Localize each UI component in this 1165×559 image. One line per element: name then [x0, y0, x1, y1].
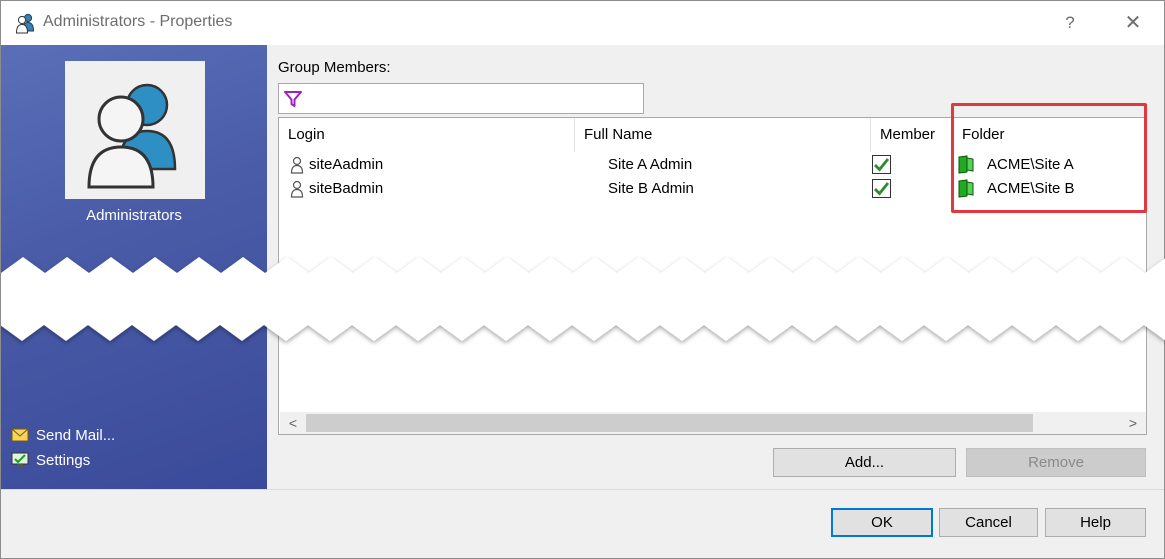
- properties-dialog: Administrators - Properties ? ✕ Administ…: [0, 0, 1165, 559]
- funnel-icon: [284, 91, 302, 107]
- user-icon: [290, 156, 304, 174]
- torn-edge-divider: [1, 257, 1165, 341]
- filter-input[interactable]: [307, 86, 637, 111]
- close-button[interactable]: ✕: [1118, 9, 1148, 37]
- checkmark-icon: [874, 182, 890, 196]
- footer-separator: [1, 489, 1164, 490]
- send-mail-label: Send Mail...: [36, 426, 116, 444]
- group-members-label: Group Members:: [278, 59, 391, 76]
- filter-field[interactable]: [278, 83, 644, 114]
- help-title-button[interactable]: ?: [1057, 9, 1083, 37]
- group-name-label: Administrators: [86, 207, 182, 224]
- folder-cell: ACME\Site B: [987, 180, 1075, 197]
- full-name-cell: Site B Admin: [608, 180, 694, 197]
- full-name-cell: Site A Admin: [608, 156, 693, 173]
- scroll-thumb[interactable]: [306, 414, 1033, 432]
- envelope-icon: [11, 428, 29, 442]
- send-mail-link[interactable]: Send Mail...: [11, 424, 115, 446]
- add-button[interactable]: Add...: [773, 448, 956, 477]
- member-checkbox[interactable]: [872, 179, 891, 198]
- horizontal-scrollbar[interactable]: < >: [280, 412, 1146, 434]
- scroll-right-arrow[interactable]: >: [1122, 412, 1144, 434]
- title-bar: Administrators - Properties ? ✕: [1, 1, 1164, 45]
- cancel-button[interactable]: Cancel: [939, 508, 1038, 537]
- help-button[interactable]: Help: [1045, 508, 1146, 537]
- user-icon: [290, 180, 304, 198]
- column-full-name[interactable]: Full Name: [575, 118, 871, 152]
- window-title: Administrators - Properties: [43, 13, 233, 30]
- folder-icon: [958, 155, 974, 174]
- table-row[interactable]: siteBadmin: [290, 177, 383, 201]
- member-checkbox[interactable]: [872, 155, 891, 174]
- ok-button[interactable]: OK: [831, 508, 933, 537]
- group-avatar: [65, 61, 205, 199]
- folder-icon: [958, 179, 974, 198]
- checkmark-icon: [874, 158, 890, 172]
- column-member[interactable]: Member: [871, 118, 953, 152]
- column-login[interactable]: Login: [279, 118, 575, 152]
- settings-label: Settings: [36, 451, 91, 469]
- group-users-large-icon: [87, 83, 177, 189]
- scroll-left-arrow[interactable]: <: [282, 412, 304, 434]
- login-cell: siteAadmin: [309, 156, 384, 173]
- folder-cell: ACME\Site A: [987, 156, 1074, 173]
- settings-monitor-icon: [11, 452, 29, 467]
- login-cell: siteBadmin: [309, 180, 384, 197]
- group-users-icon: [15, 13, 35, 34]
- column-folder[interactable]: Folder: [953, 118, 1146, 152]
- settings-link[interactable]: Settings: [11, 449, 90, 471]
- table-row[interactable]: siteAadmin: [290, 153, 383, 177]
- remove-button[interactable]: Remove: [966, 448, 1146, 477]
